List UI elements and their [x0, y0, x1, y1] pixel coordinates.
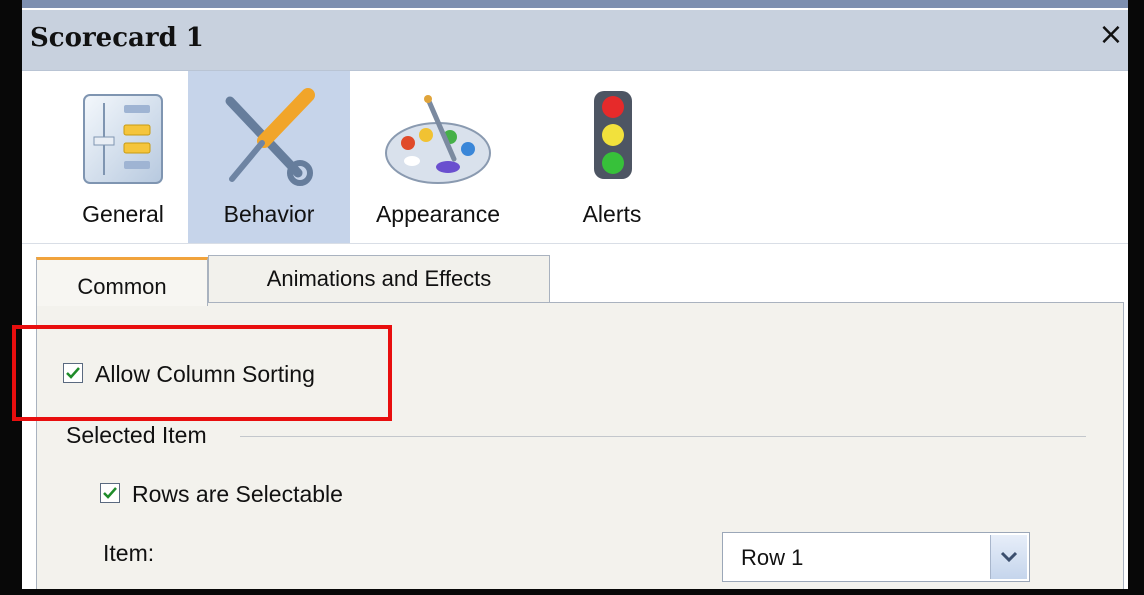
palette-icon [385, 95, 491, 184]
item-label: Item: [103, 540, 155, 566]
group-divider [240, 436, 1086, 437]
title-bar: Scorecard 1 × [22, 10, 1128, 71]
toolbar-behavior-label: Behavior [223, 201, 315, 227]
item-select-dropdown-button[interactable] [990, 535, 1027, 579]
toolbar-alerts-label: Alerts [582, 201, 642, 227]
checkmark-icon [103, 487, 117, 499]
toolbar-appearance-button[interactable]: Appearance [358, 71, 518, 243]
tab-animations-effects-label: Animations and Effects [266, 266, 492, 291]
window-border-right [1128, 0, 1144, 595]
chevron-down-icon [1000, 551, 1018, 563]
tab-common[interactable]: Common [36, 257, 208, 306]
window-border-bottom [0, 589, 1144, 595]
toolbar-alerts-button[interactable]: Alerts [562, 71, 662, 243]
selected-item-group-label: Selected Item [66, 422, 207, 448]
category-toolbar: General Behavior Appearance Alerts [22, 71, 1128, 244]
item-select[interactable]: Row 1 [722, 532, 1030, 582]
toolbar-general-label: General [82, 201, 164, 227]
traffic-light-icon [594, 91, 632, 179]
highlight-box [12, 325, 392, 421]
window-title: Scorecard 1 [30, 23, 204, 53]
tools-icon [225, 88, 315, 186]
rows-selectable-checkbox[interactable] [100, 483, 120, 503]
tab-common-label: Common [77, 274, 167, 299]
toolbar-appearance-label: Appearance [375, 201, 501, 227]
toolbar-general-button[interactable]: General [58, 71, 188, 243]
window-border-left [0, 0, 22, 595]
close-icon: × [1098, 17, 1124, 52]
item-select-value: Row 1 [741, 545, 804, 570]
close-button[interactable]: × [1098, 20, 1124, 50]
general-settings-icon [83, 94, 163, 184]
tab-animations-effects[interactable]: Animations and Effects [208, 255, 550, 303]
rows-selectable-label: Rows are Selectable [132, 481, 343, 507]
toolbar-behavior-button[interactable]: Behavior [188, 71, 350, 243]
top-border [0, 0, 1144, 8]
